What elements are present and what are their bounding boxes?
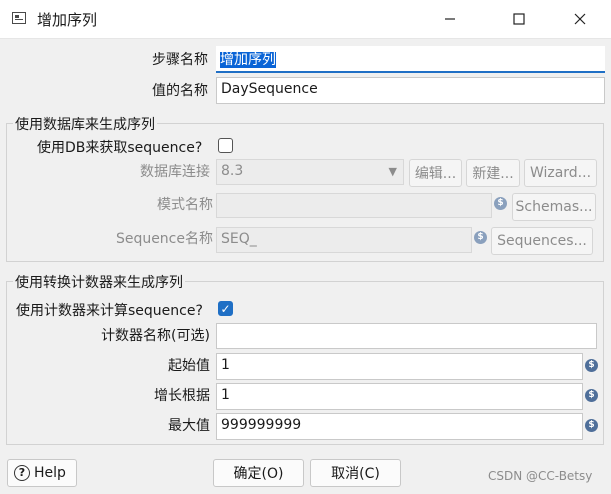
dropdown-arrow-icon: ▼ [388,165,397,178]
variable-dollar-icon: $ [585,359,598,372]
question-circle-icon: ? [14,465,30,481]
help-label: Help [34,465,66,481]
variable-dollar-icon: $ [474,231,487,244]
use-counter-label: 使用计数器来计算sequence? [16,303,203,319]
maximize-glyph [513,13,525,25]
start-value-field[interactable]: 1 [216,353,583,380]
step-name-label: 步骤名称 [152,52,208,68]
sequences-button[interactable]: Sequences... [491,227,593,255]
increment-field[interactable]: 1 [216,383,583,410]
sequence-name-label: Sequence名称 [115,231,213,247]
help-button[interactable]: ? Help [7,459,77,487]
value-name-field[interactable]: DaySequence [216,77,605,104]
variable-dollar-icon: $ [585,419,598,432]
wizard-button[interactable]: Wizard... [524,159,597,187]
variable-dollar-icon: $ [585,389,598,402]
step-name-selected-text: 增加序列 [220,52,276,68]
schemas-button[interactable]: Schemas... [512,193,596,221]
app-window-icon [12,12,26,24]
use-db-label: 使用DB来获取sequence? [37,140,203,156]
db-group-legend: 使用数据库来生成序列 [13,114,157,134]
close-icon[interactable] [557,0,603,38]
new-connection-button[interactable]: 新建... [466,159,520,187]
value-name-label: 值的名称 [152,83,208,99]
max-value-field[interactable]: 999999999 [216,413,583,440]
minimize-glyph [445,18,455,20]
use-db-checkbox[interactable] [218,138,233,153]
maximize-icon[interactable] [496,0,542,38]
use-counter-checkbox[interactable]: ✓ [218,301,233,316]
max-value-label: 最大值 [168,418,210,434]
variable-dollar-icon: $ [494,197,507,210]
counter-name-label: 计数器名称(可选) [101,328,210,344]
edit-connection-button[interactable]: 编辑... [409,159,462,187]
increment-label: 增长根据 [154,388,210,404]
connection-value: 8.3 [221,163,244,179]
title-bar: 增加序列 [0,0,611,39]
counter-group-legend: 使用转换计数器来生成序列 [13,272,185,292]
window-title: 增加序列 [37,11,98,29]
minimize-icon[interactable] [427,0,473,38]
sequence-name-field[interactable]: SEQ_ [216,227,472,253]
connection-label: 数据库连接 [140,164,210,180]
schema-field[interactable] [216,193,492,218]
schema-label: 模式名称 [157,197,213,213]
close-glyph [574,13,586,25]
watermark-text: CSDN @CC-Betsy [488,469,593,483]
step-name-field[interactable]: 增加序列 [216,46,605,73]
connection-select[interactable]: 8.3 ▼ [216,159,404,185]
cancel-button[interactable]: 取消(C) [310,459,401,487]
ok-button[interactable]: 确定(O) [213,459,304,487]
counter-name-field[interactable] [216,323,597,349]
start-value-label: 起始值 [168,358,210,374]
